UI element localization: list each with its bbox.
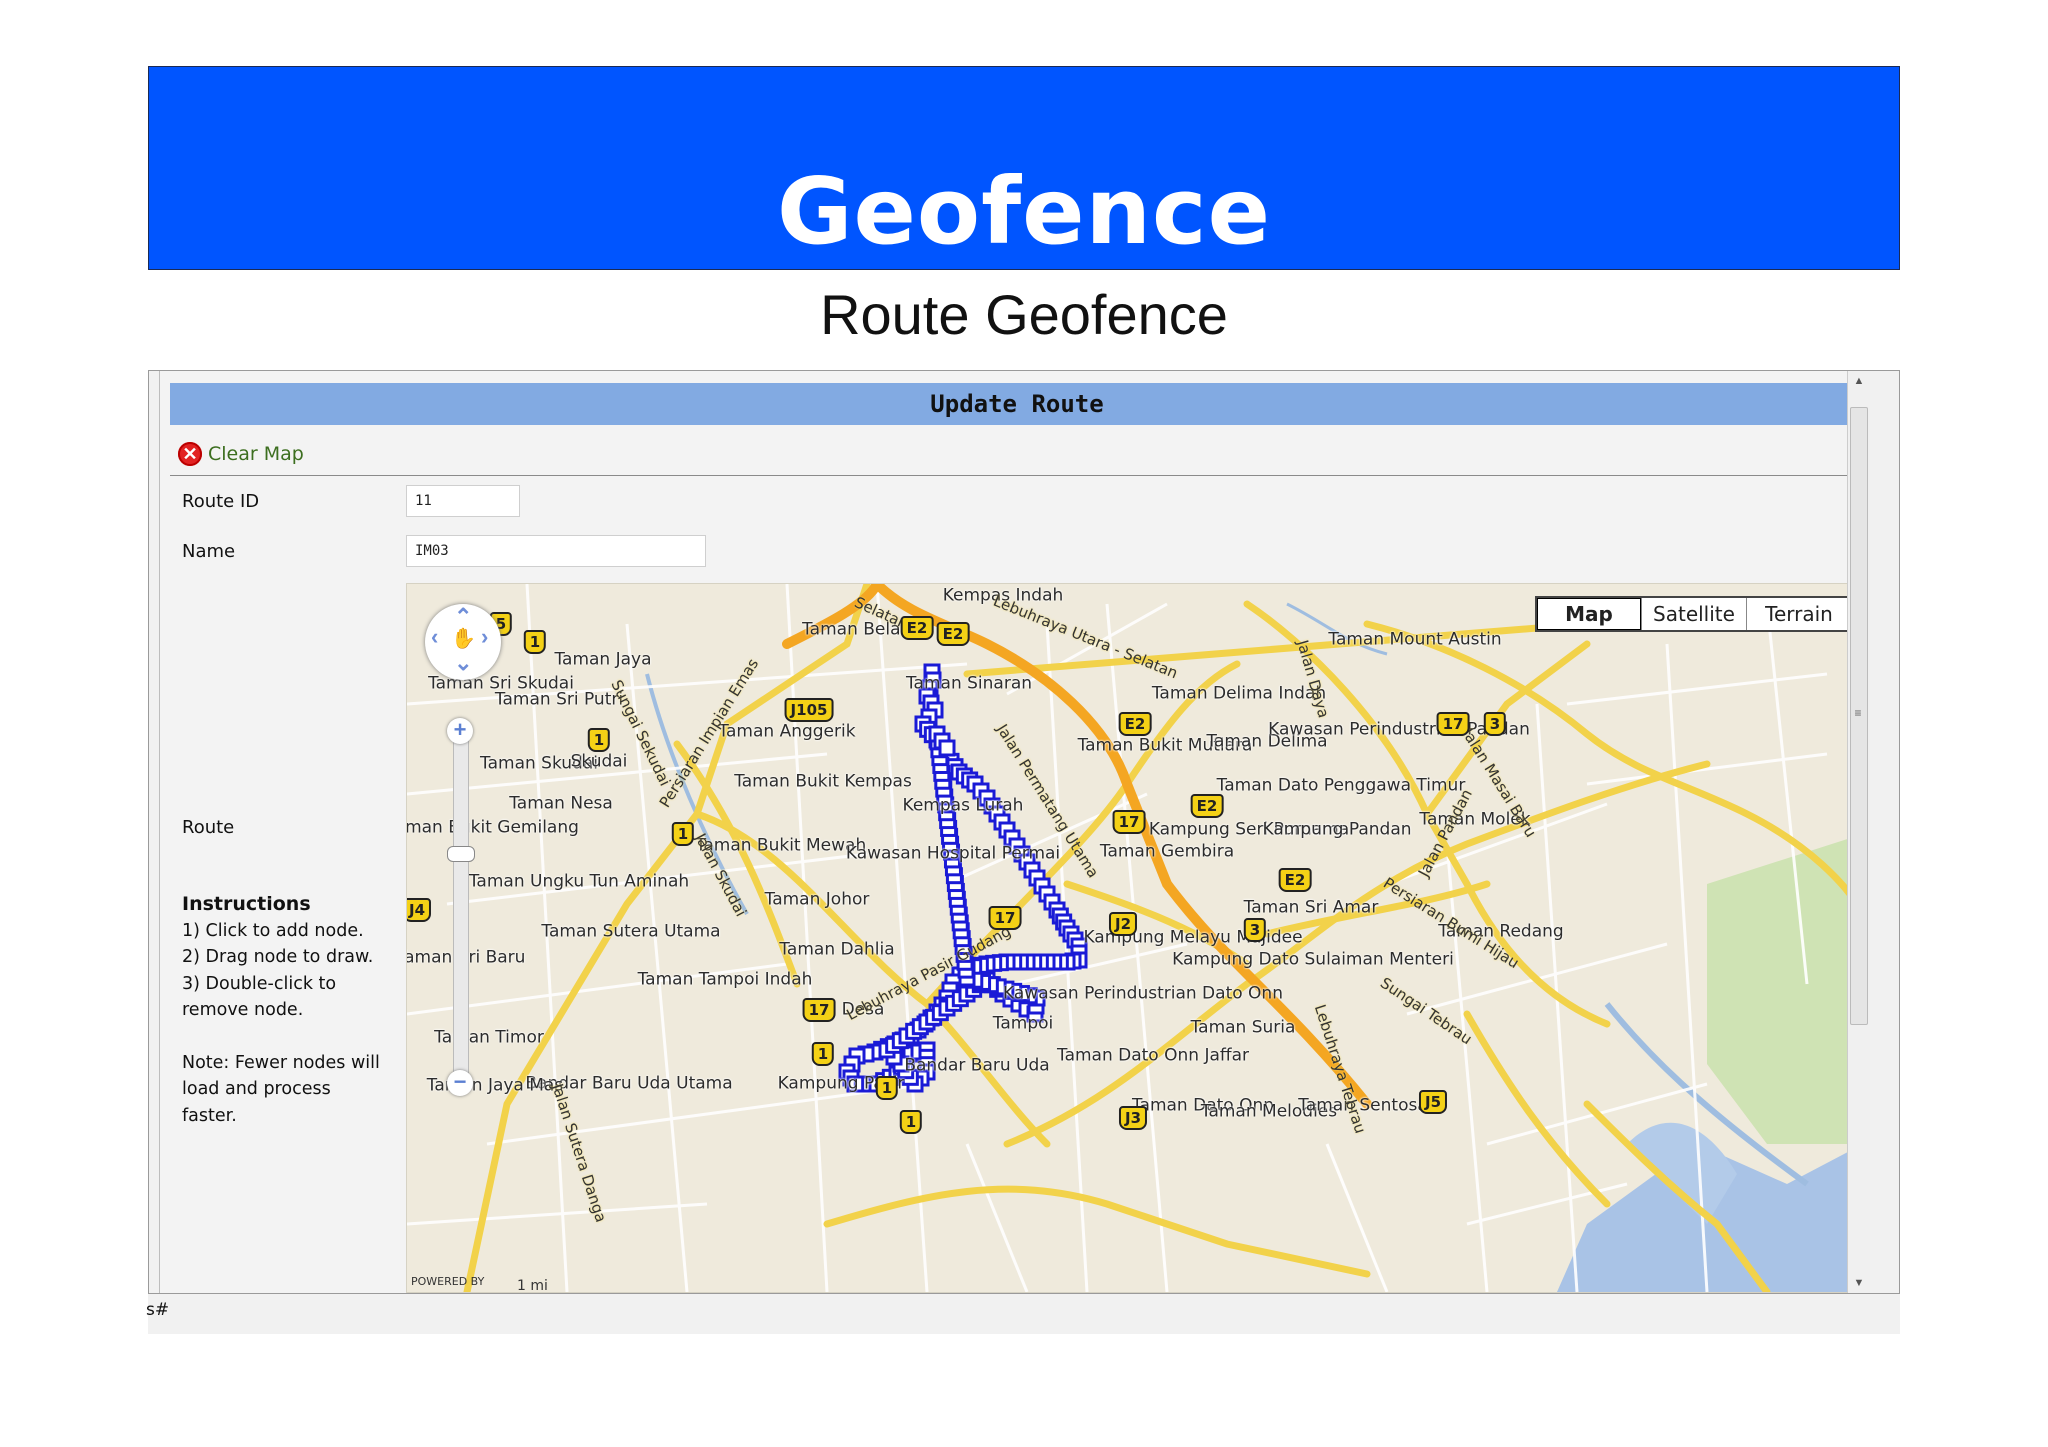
pan-left-icon[interactable]: ‹: [431, 624, 438, 650]
powered-by: POWERED BY: [411, 1275, 485, 1288]
route-shield: 1: [587, 728, 611, 752]
pan-control[interactable]: ⌃ ⌃ ‹ › ✋: [425, 604, 501, 680]
route-shield: J4: [407, 898, 432, 922]
route-shield: J5: [1418, 1090, 1448, 1114]
place-label: Taman Delima Indah: [1151, 683, 1327, 704]
place-label: Taman Bukit Gemilang: [406, 817, 579, 838]
map-scale: 1 mi: [517, 1278, 548, 1293]
place-label: Taman Johor: [764, 889, 870, 910]
route-shield: J105: [784, 698, 834, 722]
instructions-heading: Instructions: [182, 893, 311, 915]
zoom-in-button[interactable]: +: [447, 718, 473, 744]
zoom-slider[interactable]: [453, 732, 469, 1086]
place-label: Taman Suria: [1190, 1017, 1296, 1038]
pan-down-icon[interactable]: ⌃: [454, 648, 472, 674]
instruction-step: 2) Drag node to draw.: [182, 947, 374, 967]
instruction-step: 1) Click to add node.: [182, 920, 364, 941]
place-label: Taman Sri Putri: [494, 689, 624, 710]
route-shield: E2: [1190, 794, 1224, 818]
vertical-scrollbar[interactable]: ▲ ≡ ▼: [1847, 371, 1870, 1293]
route-shield: 1: [811, 1042, 835, 1066]
route-shield: 1: [671, 822, 695, 846]
instruction-step: 3) Double-click to: [182, 973, 337, 994]
route-id-label: Route ID: [182, 491, 260, 512]
close-circle-icon: ✕: [178, 442, 202, 466]
instruction-step: remove node.: [182, 1000, 304, 1020]
route-shield: 1: [875, 1076, 899, 1100]
status-bar: [148, 1294, 1900, 1334]
scroll-up-icon[interactable]: ▲: [1848, 371, 1870, 391]
route-shield: 1: [523, 630, 547, 654]
place-label: Taman Dahlia: [779, 939, 895, 960]
slide-subtitle: Route Geofence: [820, 283, 1228, 346]
place-label: Taman Sinaran: [905, 673, 1033, 694]
place-label: Taman Nesa: [509, 793, 613, 814]
route-shield: 17: [1436, 712, 1470, 736]
place-label: Taman Sutera Utama: [541, 921, 721, 942]
instructions: Instructions 1) Click to add node. 2) Dr…: [182, 891, 382, 1129]
place-label: Kampung Dato Sulaiman Menteri: [1172, 949, 1454, 970]
place-label: Kampung Pandan: [1262, 819, 1412, 840]
instruction-note: load and process faster.: [182, 1079, 331, 1126]
place-label: Taman Bukit Kempas: [734, 771, 912, 792]
place-label: Bandar Baru Uda: [904, 1055, 1050, 1076]
divider: [170, 475, 1864, 476]
place-label: Taman Bukit Mewah: [695, 835, 867, 856]
slide-title: Geofence: [777, 158, 1271, 265]
zoom-handle[interactable]: [447, 846, 475, 862]
scroll-down-icon[interactable]: ▼: [1848, 1273, 1870, 1293]
map-type-satellite[interactable]: Satellite: [1641, 598, 1746, 630]
instruction-note: Note: Fewer nodes will: [182, 1052, 380, 1073]
route-shield: J2: [1108, 912, 1138, 936]
pan-right-icon[interactable]: ›: [481, 624, 488, 650]
route-shield: 3: [1243, 918, 1267, 942]
place-label: Taman Timor: [434, 1027, 544, 1048]
map-type-map[interactable]: Map: [1537, 598, 1641, 630]
route-shield: 17: [988, 906, 1022, 930]
route-shield: 1: [899, 1110, 923, 1134]
map-type-terrain[interactable]: Terrain: [1746, 598, 1851, 630]
place-label: Taman Dato Penggawa Timur: [1216, 775, 1466, 796]
route-shield: 17: [1112, 810, 1146, 834]
place-label: Kawasan Hospital Permai: [845, 843, 1061, 864]
zoom-out-button[interactable]: −: [447, 1070, 473, 1096]
route-shield: J3: [1118, 1106, 1148, 1130]
route-shield: 17: [802, 998, 836, 1022]
route-label: Route: [182, 817, 235, 838]
route-node[interactable]: [938, 739, 956, 757]
clear-map-button[interactable]: ✕ Clear Map: [178, 439, 304, 469]
place-label: Taman Gembira: [1099, 841, 1235, 862]
place-label: Taman Anggerik: [718, 721, 856, 742]
place-label: Skudai: [570, 751, 628, 772]
place-label: Taman Sri Amar: [1243, 897, 1379, 918]
status-bar-text: s#: [146, 1300, 170, 1320]
route-shield: E2: [1278, 868, 1312, 892]
panel-header: Update Route: [170, 383, 1864, 425]
hand-icon: ✋: [451, 628, 476, 650]
place-label: Kawasan Perindustrian Dato Onn: [1003, 983, 1283, 1004]
route-map[interactable]: Kempas Indah Taman Belati Taman Jaya Tam…: [406, 583, 1864, 1293]
place-label: Taman Ungku Tun Aminah: [468, 871, 690, 892]
route-shield: E2: [936, 622, 970, 646]
place-label: Tampoi: [992, 1013, 1054, 1034]
grip-icon: ≡: [1854, 706, 1862, 720]
place-label: Taman Tampoi Indah: [637, 969, 813, 990]
route-shield: 3: [1483, 712, 1507, 736]
route-shield: E2: [900, 616, 934, 640]
map-type-control[interactable]: Map Satellite Terrain: [1535, 596, 1853, 632]
route-id-field[interactable]: 11: [406, 485, 520, 517]
route-shield: E2: [1118, 712, 1152, 736]
place-label: Taman Jaya: [554, 649, 652, 670]
place-label: Taman Dato Onn Jaffar: [1056, 1045, 1250, 1066]
place-label: Kempas Lurah: [902, 795, 1024, 816]
slide-title-bar: Geofence: [148, 66, 1900, 270]
name-label: Name: [182, 541, 236, 562]
clear-map-label: Clear Map: [208, 443, 304, 465]
name-field[interactable]: IM03: [406, 535, 706, 567]
app-screenshot: Update Route ✕ Clear Map Route ID 11 Nam…: [148, 370, 1900, 1294]
update-route-panel: Update Route ✕ Clear Map Route ID 11 Nam…: [159, 371, 1870, 1293]
place-label: Taman Mount Austin: [1328, 629, 1502, 650]
